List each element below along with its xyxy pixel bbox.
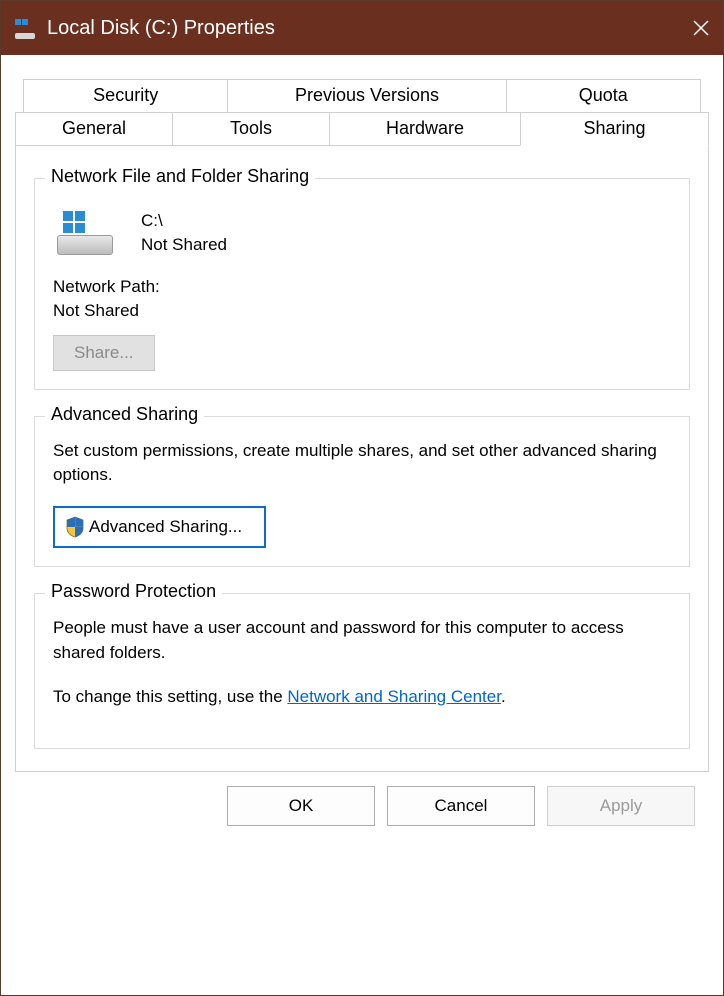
dialog-buttons: OK Cancel Apply [15,772,709,842]
sharing-panel: Network File and Folder Sharing C:\ Not … [15,145,709,772]
group-title-password: Password Protection [45,581,222,602]
client-area: Security Previous Versions Quota General… [1,55,723,995]
tab-quota[interactable]: Quota [506,79,701,112]
share-status: Not Shared [141,233,227,257]
password-change-line: To change this setting, use the Network … [53,685,671,710]
ok-button[interactable]: OK [227,786,375,826]
network-sharing-center-link[interactable]: Network and Sharing Center [287,687,501,706]
disk-icon [15,17,37,39]
properties-dialog: Local Disk (C:) Properties Security Prev… [0,0,724,996]
advanced-desc: Set custom permissions, create multiple … [53,439,671,488]
change-suffix: . [501,687,506,706]
group-advanced-sharing: Advanced Sharing Set custom permissions,… [34,416,690,567]
network-path-label: Network Path: [53,277,671,297]
tab-hardware[interactable]: Hardware [329,112,521,146]
cancel-button[interactable]: Cancel [387,786,535,826]
password-desc: People must have a user account and pass… [53,616,671,665]
tab-general[interactable]: General [15,112,173,146]
tab-control: Security Previous Versions Quota General… [15,79,709,772]
drive-letter: C:\ [141,209,227,233]
tab-sharing[interactable]: Sharing [520,112,709,146]
share-button: Share... [53,335,155,371]
titlebar: Local Disk (C:) Properties [1,1,723,55]
apply-button: Apply [547,786,695,826]
shield-icon [65,516,85,538]
change-prefix: To change this setting, use the [53,687,287,706]
group-password-protection: Password Protection People must have a u… [34,593,690,749]
group-title-network: Network File and Folder Sharing [45,166,315,187]
tab-security[interactable]: Security [23,79,228,112]
tab-previous-versions[interactable]: Previous Versions [227,79,506,112]
group-network-sharing: Network File and Folder Sharing C:\ Not … [34,178,690,390]
close-button[interactable] [679,1,723,55]
window-title: Local Disk (C:) Properties [47,17,669,40]
drive-icon [57,211,113,255]
advanced-sharing-button[interactable]: Advanced Sharing... [53,506,266,548]
network-path-value: Not Shared [53,301,671,321]
advanced-sharing-label: Advanced Sharing... [89,517,242,537]
group-title-advanced: Advanced Sharing [45,404,204,425]
tab-tools[interactable]: Tools [172,112,330,146]
